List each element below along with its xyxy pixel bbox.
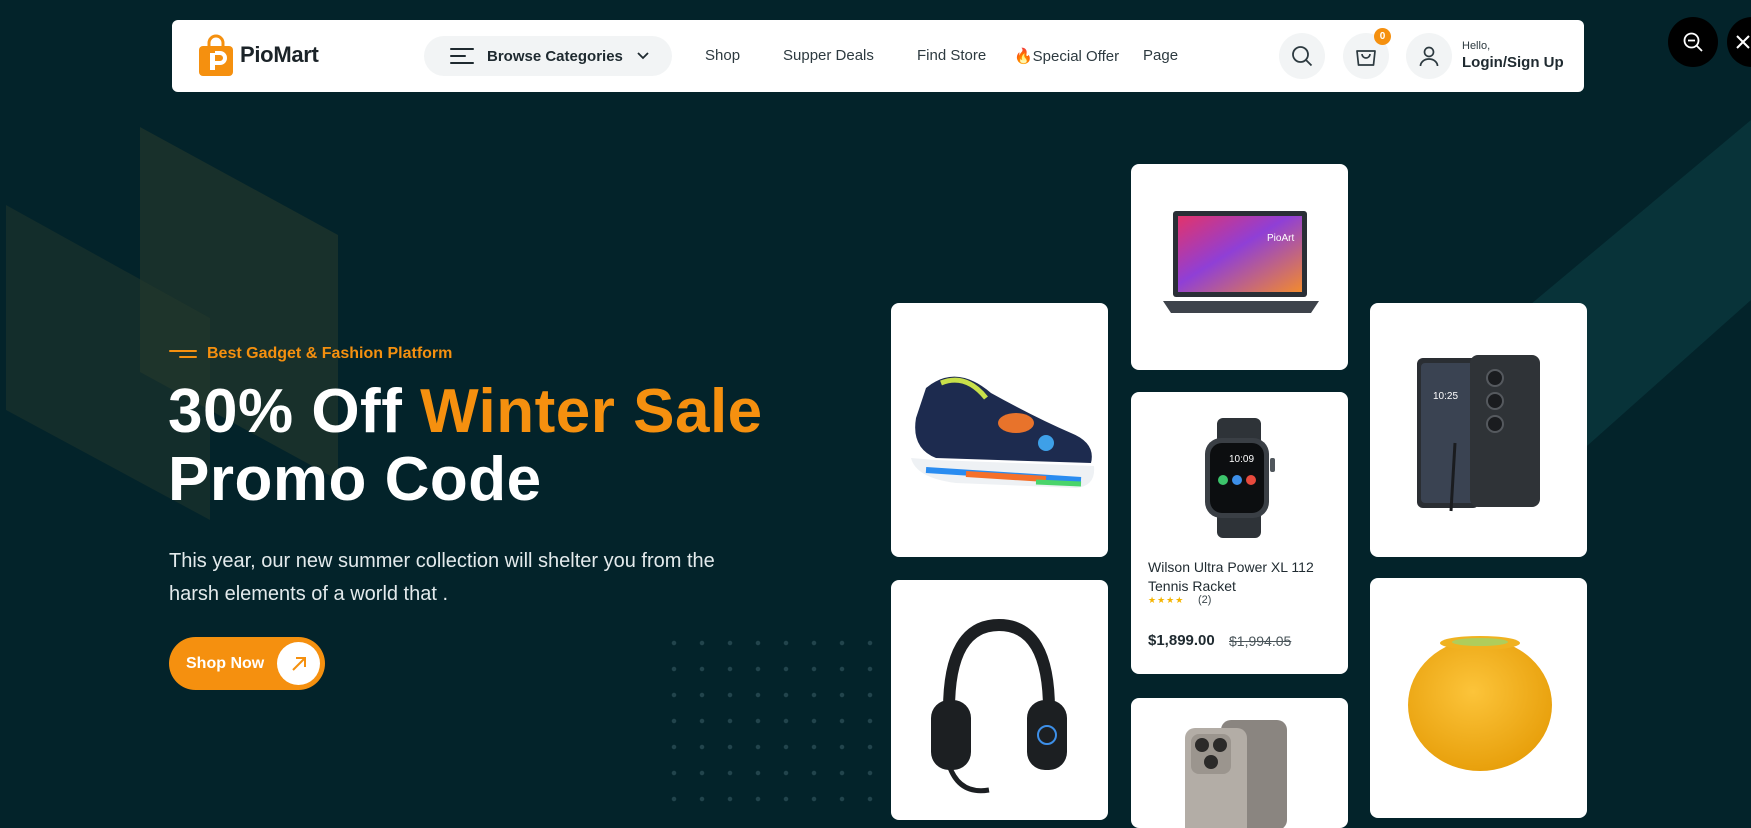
laptop-image: PioArt — [1163, 211, 1319, 313]
product-card-headphones[interactable] — [891, 580, 1108, 820]
phone-time: 10:25 — [1433, 391, 1458, 402]
close-icon — [1736, 35, 1750, 49]
headline-line2: Promo Code — [168, 445, 542, 514]
nav-shop[interactable]: Shop — [705, 47, 740, 64]
product-card-smart-speaker[interactable] — [1370, 578, 1587, 818]
cart-count-badge: 0 — [1374, 28, 1391, 45]
headphones-image — [931, 618, 1067, 794]
hero-headline: 30% Off Winter Sale Promo Code — [168, 378, 763, 514]
logo-bag-icon — [198, 34, 234, 76]
search-icon — [1292, 46, 1313, 67]
iphone-image — [1185, 720, 1287, 828]
product-card-laptop[interactable]: PioArt — [1131, 164, 1348, 370]
product-old-price: $1,994.05 — [1229, 633, 1292, 649]
nav-special-offer[interactable]: 🔥Special Offer — [1014, 47, 1119, 65]
product-price: $1,899.00 — [1148, 632, 1215, 649]
dot-pattern — [660, 630, 890, 806]
chevron-down-icon — [637, 52, 649, 60]
hero-tagline: Best Gadget & Fashion Platform — [169, 345, 452, 363]
smartwatch-image: 10:09 — [1205, 418, 1275, 538]
login-signup-link[interactable]: Login/Sign Up — [1462, 54, 1564, 73]
sneaker-image — [911, 376, 1095, 488]
logo-text: PioMart — [240, 42, 319, 67]
hero-description: This year, our new summer collection wil… — [169, 550, 715, 605]
review-count: (2) — [1198, 594, 1212, 606]
zoom-out-button[interactable] — [1668, 17, 1718, 67]
nav-page[interactable]: Page — [1143, 47, 1178, 64]
user-icon — [1419, 46, 1439, 67]
headline-accent: Winter Sale — [420, 377, 763, 446]
user-avatar — [1406, 33, 1452, 79]
product-card-iphone[interactable] — [1131, 698, 1348, 828]
shop-now-arrow — [277, 642, 320, 685]
product-card-featured[interactable]: 10:09 Wilson Ultra Power XL 112 Tennis R… — [1131, 392, 1348, 674]
product-name[interactable]: Wilson Ultra Power XL 112 Tennis Racket — [1148, 558, 1348, 596]
smart-speaker-image — [1408, 636, 1552, 771]
arrow-up-right-icon — [291, 656, 306, 671]
headline-prefix: 30% Off — [168, 377, 421, 446]
cart-icon — [1356, 50, 1376, 66]
site-header: PioMart Browse Categories Shop Supper De… — [172, 20, 1584, 92]
rating-stars-icon: ★★★★ — [1148, 595, 1185, 605]
product-card-smartphone[interactable]: 10:25 — [1370, 303, 1587, 557]
shop-now-button[interactable]: Shop Now — [169, 637, 325, 690]
product-card-sneaker[interactable] — [891, 303, 1108, 557]
laptop-screen-text: PioArt — [1267, 233, 1294, 244]
nav-find-store[interactable]: Find Store — [917, 47, 986, 64]
shop-now-label: Shop Now — [186, 654, 265, 672]
menu-icon — [450, 47, 474, 65]
greeting-text: Hello, — [1462, 39, 1491, 52]
account-menu[interactable]: Hello, Login/Sign Up — [1406, 33, 1564, 79]
logo[interactable]: PioMart — [198, 34, 319, 76]
tagline-lines-icon — [169, 348, 199, 360]
search-button[interactable] — [1279, 33, 1325, 79]
watch-time: 10:09 — [1229, 454, 1254, 465]
smartphone-image: 10:25 — [1417, 355, 1540, 512]
zoom-out-icon — [1683, 32, 1703, 52]
browse-categories-label: Browse Categories — [487, 47, 623, 65]
tagline-text: Best Gadget & Fashion Platform — [207, 345, 453, 362]
nav-supper-deals[interactable]: Supper Deals — [783, 47, 874, 64]
browse-categories-button[interactable]: Browse Categories — [424, 36, 672, 76]
